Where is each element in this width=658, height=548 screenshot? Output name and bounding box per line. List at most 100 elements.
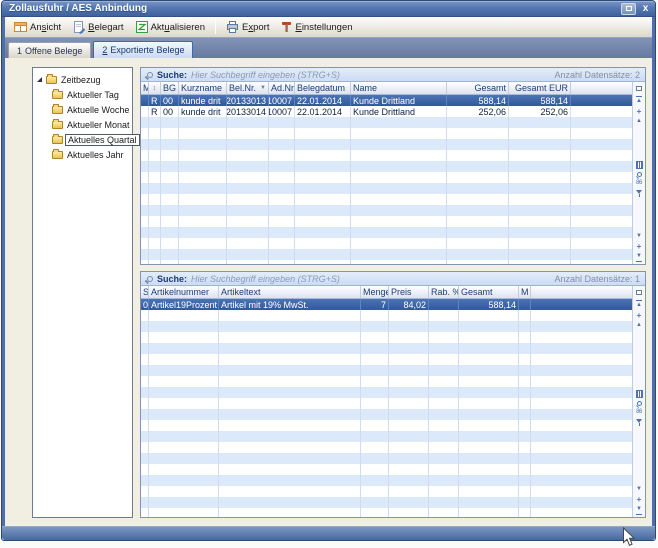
col-header-gesamt-eur[interactable]: Gesamt EUR	[509, 82, 571, 94]
folder-icon	[52, 121, 63, 129]
time-filter-tree: Zeitbezug Aktueller Tag Aktuelle Woche A…	[32, 67, 133, 518]
tree-item-aktuelles-jahr[interactable]: Aktuelles Jahr	[33, 147, 132, 162]
selected-tree-item: Aktuelles Quartal	[65, 134, 140, 146]
positions-table: S Artikelnummer Artikeltext Menge Preis …	[141, 286, 632, 517]
column-divider	[219, 310, 361, 517]
column-divider	[179, 117, 227, 264]
tree-item-aktueller-monat[interactable]: Aktueller Monat	[33, 117, 132, 132]
scroll-down-icon[interactable]: ▼	[636, 486, 642, 493]
documents-header-row: M ↕ BG Kurzname Bel.Nr.▼ Ad.Nr. Belegdat…	[141, 82, 632, 95]
scroll-first-icon[interactable]: ▲	[636, 96, 642, 105]
export-button[interactable]: Export	[221, 19, 274, 35]
grid-empty-area	[141, 117, 632, 264]
filter-icon[interactable]	[636, 419, 642, 426]
numbers-icon[interactable]: 86	[636, 409, 642, 416]
col-header-filler	[571, 82, 632, 94]
column-divider	[389, 310, 429, 517]
scroll-up-icon[interactable]: ▲	[636, 118, 642, 125]
mouse-cursor	[622, 527, 635, 547]
window-title: Zollausfuhr / AES Anbindung	[9, 3, 147, 14]
tab-label: Exportierte Belege	[110, 45, 184, 55]
sort-desc-icon: ▼	[260, 85, 266, 91]
column-divider	[141, 117, 149, 264]
scroll-last-icon[interactable]: ▼	[636, 253, 642, 262]
column-divider	[295, 117, 351, 264]
positions-search-bar[interactable]: Suche: Hier Suchbegriff eingeben (STRG+S…	[141, 272, 645, 286]
tab-label: Offene Belege	[25, 46, 82, 56]
column-chooser-icon[interactable]	[636, 86, 642, 91]
app-window: Zollausfuhr / AES Anbindung x Ansicht Be…	[1, 0, 656, 541]
documents-grid-sidebar: ▲ + ▲ 86 ▼	[632, 82, 645, 264]
column-divider	[351, 117, 447, 264]
document-row-selected[interactable]: R 00 kunde drit 20133013 10007 22.01.201…	[141, 95, 632, 106]
title-bar[interactable]: Zollausfuhr / AES Anbindung x	[2, 1, 655, 17]
view-layout-icon	[14, 21, 27, 33]
scroll-up-icon[interactable]: ▲	[636, 322, 642, 329]
belegart-button[interactable]: Belegart	[68, 19, 128, 36]
column-chooser-icon[interactable]	[636, 290, 642, 295]
tree-item-aktueller-tag[interactable]: Aktueller Tag	[33, 87, 132, 102]
close-window-button[interactable]: x	[640, 3, 651, 15]
col-header-rabatt[interactable]: Rab. %	[429, 286, 459, 298]
tree-expander-icon[interactable]	[37, 77, 42, 82]
scroll-last-icon[interactable]: ▼	[636, 506, 642, 515]
grid-search-icon[interactable]	[637, 172, 642, 177]
restore-window-button[interactable]	[621, 3, 636, 15]
column-divider	[571, 117, 632, 264]
col-header-gesamt[interactable]: Gesamt	[459, 286, 519, 298]
numbers-icon[interactable]: 86	[636, 180, 642, 187]
ansicht-button[interactable]: Ansicht	[9, 19, 66, 35]
scroll-down-icon[interactable]: ▼	[636, 233, 642, 240]
columns-icon[interactable]	[636, 390, 643, 398]
position-row-selected[interactable]: 0 Artikel19Prozent Artikel mit 19% MwSt.…	[141, 299, 632, 310]
tab-exportierte-belege[interactable]: 2 Exportierte Belege	[93, 41, 193, 58]
search-placeholder[interactable]: Hier Suchbegriff eingeben (STRG+S)	[191, 274, 340, 284]
sort-column-icon: ↕	[153, 85, 157, 92]
tree-item-aktuelles-quartal[interactable]: Aktuelles Quartal	[33, 132, 132, 147]
col-header-artikelnummer[interactable]: Artikelnummer	[149, 286, 219, 298]
expand-icon[interactable]: +	[637, 108, 642, 115]
scroll-first-icon[interactable]: ▲	[636, 300, 642, 309]
col-header-belegdatum[interactable]: Belegdatum	[295, 82, 351, 94]
tab-offene-belege[interactable]: 1 Offene Belege	[8, 42, 91, 58]
col-header-menge[interactable]: Menge	[361, 286, 389, 298]
folder-icon	[52, 136, 63, 144]
aktualisieren-button[interactable]: Aktualisieren	[131, 19, 210, 35]
expand-icon[interactable]: +	[637, 243, 642, 250]
column-divider	[149, 310, 219, 517]
search-placeholder[interactable]: Hier Suchbegriff eingeben (STRG+S)	[191, 70, 340, 80]
col-header-name[interactable]: Name	[351, 82, 447, 94]
expand-icon[interactable]: +	[637, 496, 642, 503]
column-divider	[531, 310, 632, 517]
documents-grid: Suche: Hier Suchbegriff eingeben (STRG+S…	[140, 67, 646, 265]
refresh-icon	[136, 21, 148, 33]
search-icon	[147, 72, 153, 78]
tree-item-aktuelle-woche[interactable]: Aktuelle Woche	[33, 102, 132, 117]
col-header-m[interactable]: M	[141, 82, 149, 94]
folder-icon	[52, 151, 63, 159]
documents-search-bar[interactable]: Suche: Hier Suchbegriff eingeben (STRG+S…	[141, 68, 645, 82]
tree-item-zeitbezug[interactable]: Zeitbezug	[33, 72, 132, 87]
positions-grid-sidebar: ▲ + ▲ 86 ▼	[632, 286, 645, 517]
col-header-gesamt[interactable]: Gesamt	[447, 82, 509, 94]
column-divider	[519, 310, 531, 517]
column-divider	[161, 117, 179, 264]
col-header-m[interactable]: M	[519, 286, 531, 298]
grid-search-icon[interactable]	[637, 401, 642, 406]
col-header-artikeltext[interactable]: Artikeltext	[219, 286, 361, 298]
expand-icon[interactable]: +	[637, 312, 642, 319]
toolbar-separator	[215, 20, 216, 34]
einstellungen-button[interactable]: Einstellungen	[276, 19, 357, 35]
col-header-preis[interactable]: Preis	[389, 286, 429, 298]
col-header-kurzname[interactable]: Kurzname	[179, 82, 227, 94]
col-header-s[interactable]: S	[141, 286, 149, 298]
col-header-adnr[interactable]: Ad.Nr.	[269, 82, 295, 94]
filter-icon[interactable]	[636, 190, 642, 197]
restore-icon	[626, 6, 632, 11]
columns-icon[interactable]	[636, 161, 643, 169]
document-row[interactable]: R 00 kunde drit 20133014 10007 22.01.201…	[141, 106, 632, 117]
col-header-flag[interactable]: ↕	[149, 82, 161, 94]
documents-table: M ↕ BG Kurzname Bel.Nr.▼ Ad.Nr. Belegdat…	[141, 82, 632, 264]
col-header-bg[interactable]: BG	[161, 82, 179, 94]
col-header-belnr[interactable]: Bel.Nr.▼	[227, 82, 269, 94]
